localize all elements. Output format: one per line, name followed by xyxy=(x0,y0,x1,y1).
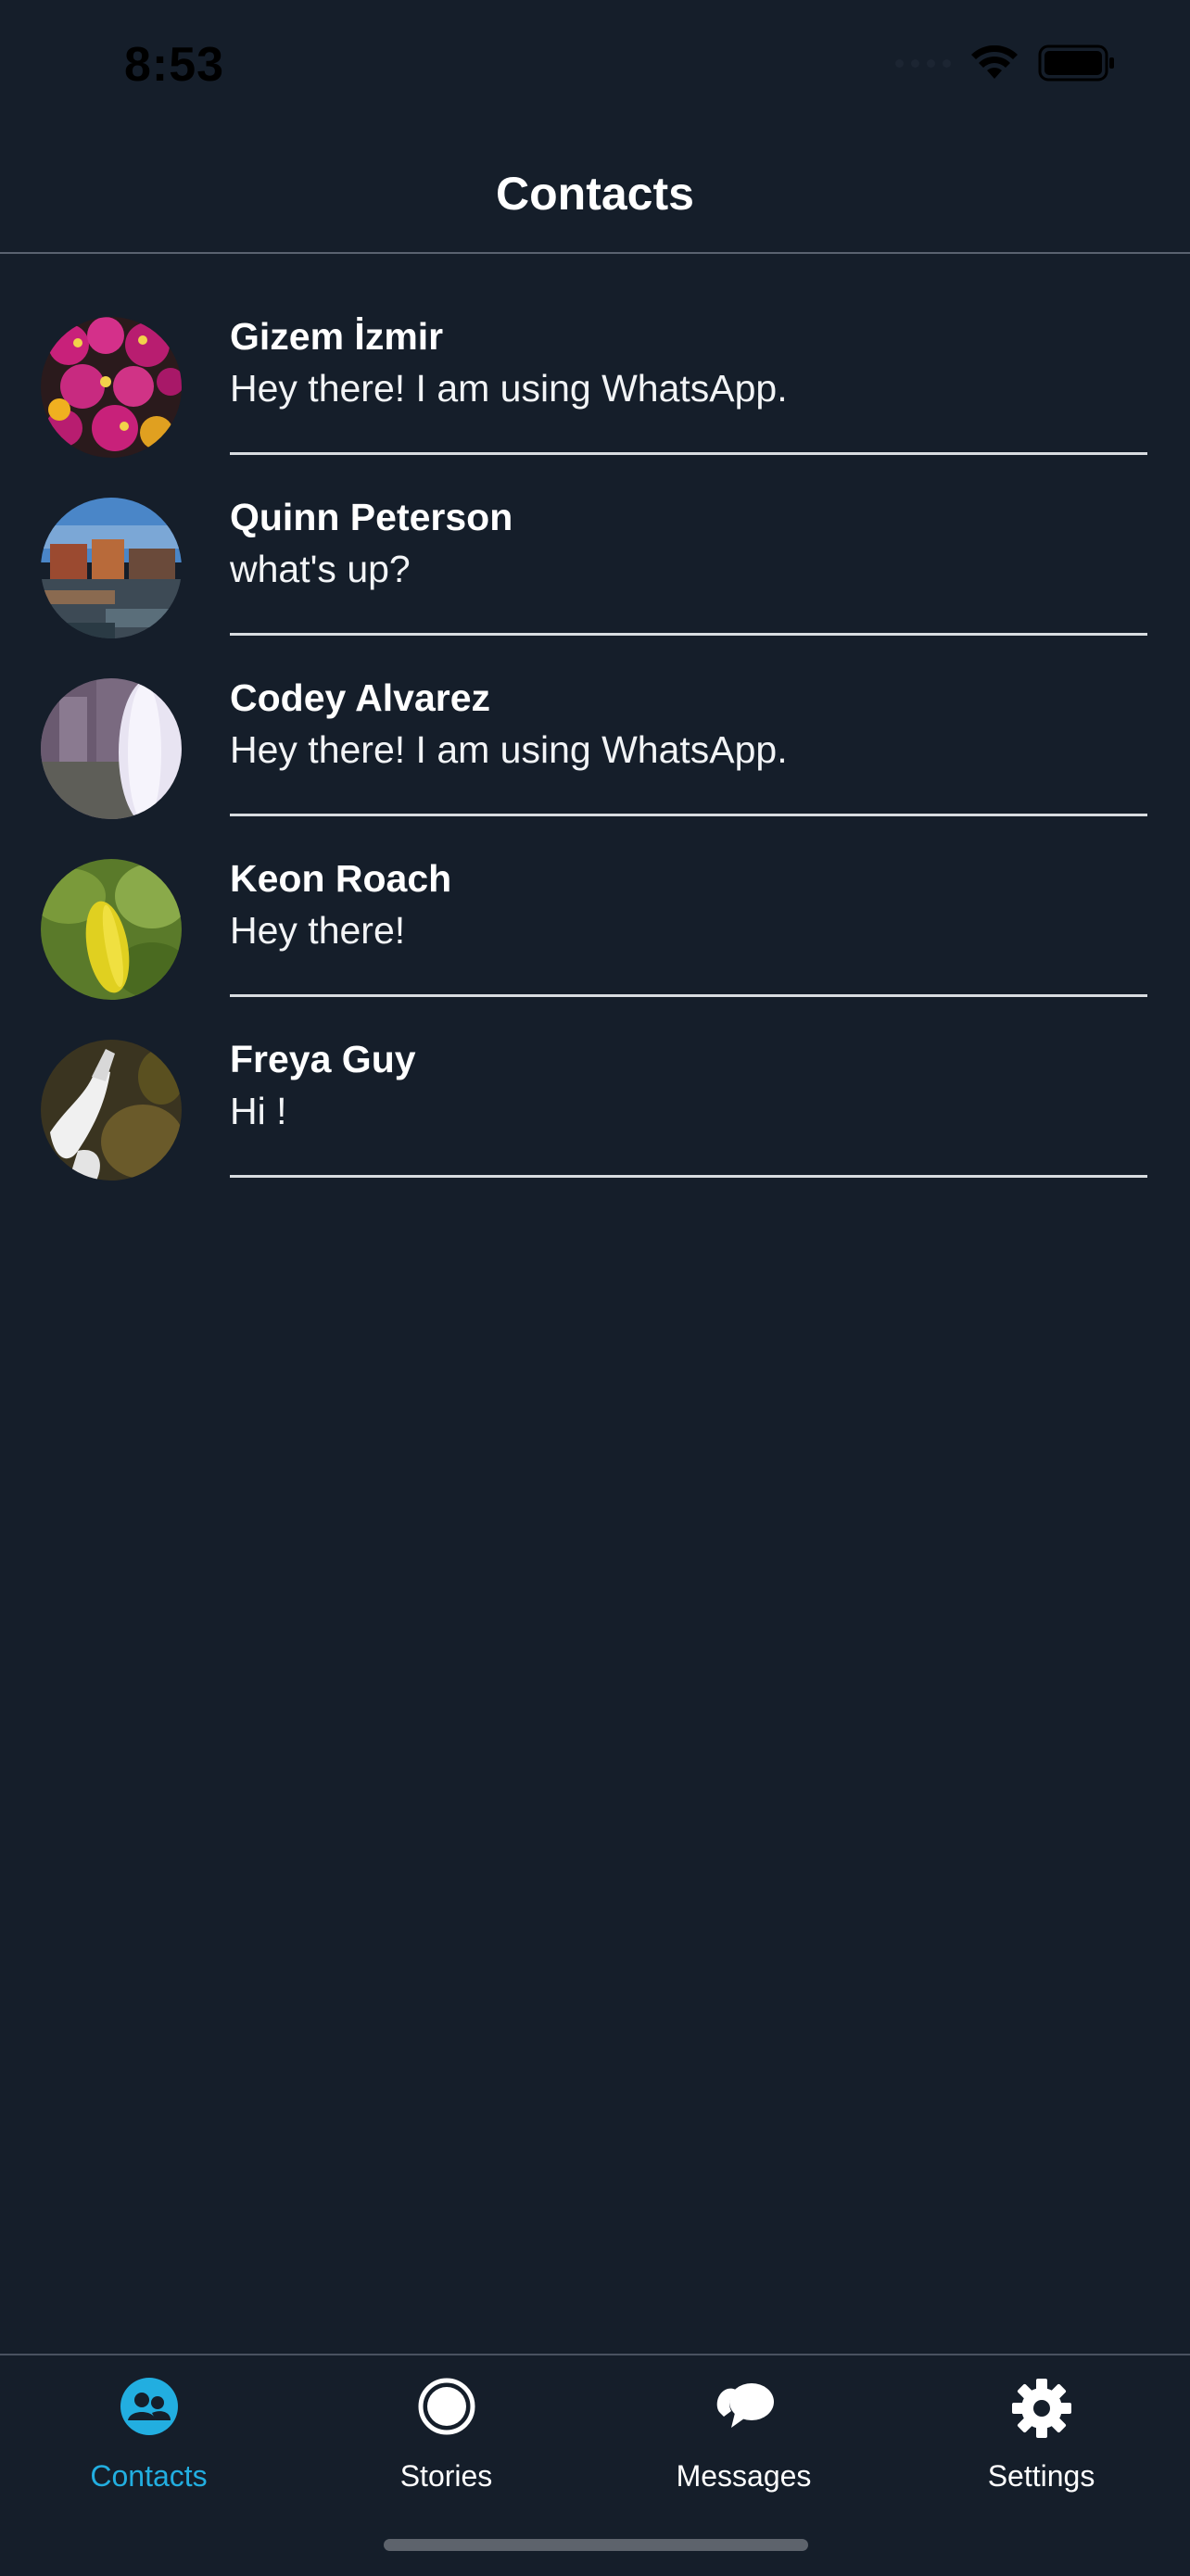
contact-status-message: Hi ! xyxy=(230,1090,287,1132)
page-title: Contacts xyxy=(496,168,694,220)
contact-name: Gizem İzmir xyxy=(230,315,444,358)
home-indicator[interactable] xyxy=(384,2539,808,2551)
tab-contacts[interactable]: Contacts xyxy=(0,2355,298,2522)
contact-row[interactable]: Codey Alvarez Hey there! I am using What… xyxy=(0,615,1190,819)
contact-status-message: what's up? xyxy=(230,548,411,590)
contact-row[interactable]: Quinn Peterson what's up? xyxy=(0,435,1190,638)
divider xyxy=(230,1175,1147,1178)
settings-icon xyxy=(1011,2379,1071,2438)
status-bar: 8:53 xyxy=(0,0,1190,139)
status-icons xyxy=(895,44,1116,82)
battery-icon xyxy=(1038,44,1114,82)
avatar xyxy=(41,1040,182,1181)
status-time: 8:53 xyxy=(124,38,225,92)
tab-settings[interactable]: Settings xyxy=(892,2355,1190,2522)
contacts-icon xyxy=(120,2378,178,2435)
messages-icon xyxy=(716,2383,774,2428)
contact-status-message: Hey there! I am using WhatsApp. xyxy=(230,728,788,771)
contact-status-message: Hey there! I am using WhatsApp. xyxy=(230,367,788,410)
contact-status-message: Hey there! xyxy=(230,909,406,952)
tab-messages[interactable]: Messages xyxy=(595,2355,892,2522)
contact-row[interactable]: Keon Roach Hey there! xyxy=(0,796,1190,1000)
tab-label: Settings xyxy=(987,2459,1095,2493)
contact-name: Codey Alvarez xyxy=(230,676,491,719)
stories-icon xyxy=(418,2378,475,2435)
contact-row[interactable]: Gizem İzmir Hey there! I am using WhatsA… xyxy=(0,254,1190,458)
contact-row[interactable]: Freya Guy Hi ! xyxy=(0,977,1190,1181)
tab-label: Stories xyxy=(399,2459,493,2493)
tab-label: Contacts xyxy=(90,2459,208,2493)
contact-name: Keon Roach xyxy=(230,857,452,900)
contact-name: Freya Guy xyxy=(230,1038,416,1080)
contact-list: Gizem İzmir Hey there! I am using WhatsA… xyxy=(0,254,1190,1181)
tab-label: Messages xyxy=(676,2459,812,2493)
cellular-signal-icon xyxy=(895,58,951,68)
navigation-header: Contacts xyxy=(0,139,1190,254)
wifi-icon xyxy=(971,45,1018,79)
tab-stories[interactable]: Stories xyxy=(298,2355,595,2522)
contact-name: Quinn Peterson xyxy=(230,496,513,538)
